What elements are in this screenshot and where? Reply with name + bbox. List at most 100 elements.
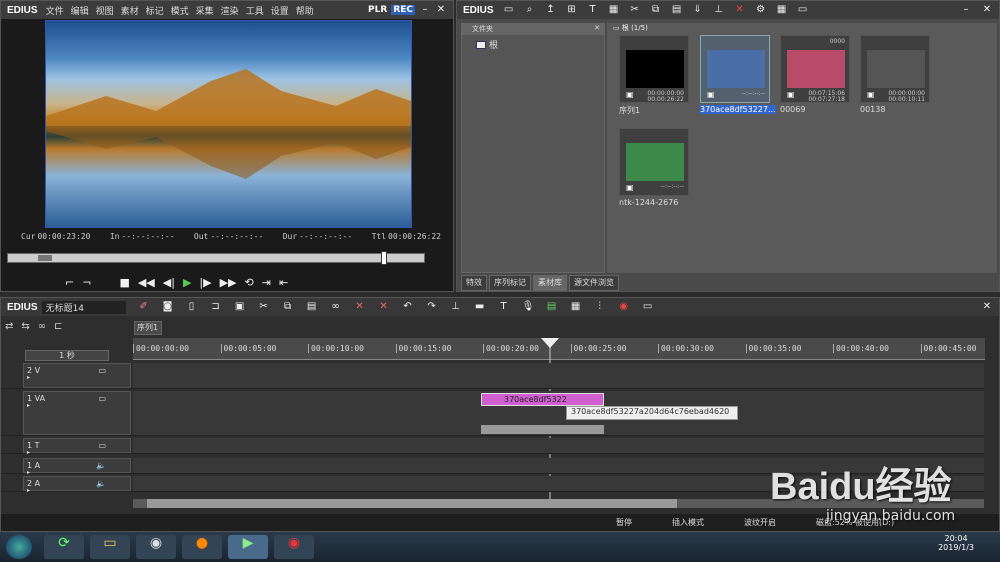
sequence-tab[interactable]: 序列1: [134, 321, 162, 335]
stop-icon[interactable]: ■: [119, 276, 129, 289]
menu-item[interactable]: 帮助: [296, 7, 314, 17]
layout-icon[interactable]: ▭: [642, 301, 654, 313]
color-bar-icon[interactable]: ▦: [608, 4, 620, 16]
render-icon[interactable]: ▤: [546, 301, 558, 313]
magic-icon[interactable]: ✐: [138, 301, 150, 313]
title-tool-icon[interactable]: T: [498, 301, 510, 313]
track-row[interactable]: 2 A ▸ 🔈: [1, 476, 984, 494]
track-header[interactable]: 2 V ▸ ▭: [23, 363, 131, 388]
playhead-triangle[interactable]: [541, 338, 559, 348]
loop-icon[interactable]: ⟲: [245, 276, 254, 289]
remove-clip-icon[interactable]: ✕: [354, 301, 366, 313]
bin-tab[interactable]: 特效: [461, 275, 487, 291]
undo-icon[interactable]: ↶: [402, 301, 414, 313]
track-expand-icon[interactable]: ▸: [27, 402, 30, 409]
menu-item[interactable]: 模式: [171, 7, 189, 17]
bin-item-name[interactable]: 00138: [860, 105, 885, 114]
bin-item[interactable]: 00:00:00:00 00:00:26:22 ▣: [619, 35, 689, 103]
timeline-cut-icon[interactable]: ✂: [258, 301, 270, 313]
bin-item-name[interactable]: 370ace8df53227...: [700, 105, 776, 114]
track-expand-icon[interactable]: ▸: [27, 374, 30, 381]
menu-item[interactable]: 采集: [196, 7, 214, 17]
search-icon[interactable]: ⌕: [524, 4, 536, 16]
insert-timeline-icon[interactable]: ⊥: [713, 4, 725, 16]
cut-icon[interactable]: ✂: [629, 4, 641, 16]
bin-item-name[interactable]: 00069: [780, 105, 805, 114]
folder-tree-close-icon[interactable]: ✕: [594, 24, 600, 32]
microphone-icon[interactable]: 🎙: [522, 301, 535, 313]
folder-root[interactable]: 根: [476, 38, 604, 51]
menu-item[interactable]: 渲染: [221, 7, 239, 17]
bin-close-icon[interactable]: ✕: [981, 4, 993, 16]
edius-taskbar-icon[interactable]: ▶: [228, 535, 268, 559]
ripple-delete-icon[interactable]: ✕: [378, 301, 390, 313]
overwrite-icon[interactable]: ⇤: [279, 276, 288, 289]
mark-out-icon[interactable]: ¬: [82, 276, 91, 289]
track-header[interactable]: 1 VA ▸ ▭: [23, 391, 131, 435]
fast-forward-icon[interactable]: ▶▶: [220, 276, 237, 289]
play-icon[interactable]: ▶: [183, 276, 191, 289]
mixer-icon[interactable]: ⫶: [594, 301, 606, 313]
menu-item[interactable]: 编辑: [71, 7, 89, 17]
menu-item[interactable]: 工具: [246, 7, 264, 17]
track-header[interactable]: 1 A ▸ 🔈: [23, 458, 131, 476]
split-icon[interactable]: ⊥: [450, 301, 462, 313]
add-to-timeline-icon[interactable]: ⇓: [692, 4, 704, 16]
speaker-icon[interactable]: ▭: [98, 394, 106, 403]
track-lane[interactable]: [133, 438, 984, 453]
paste-icon[interactable]: ▤: [671, 4, 683, 16]
timeline-close-icon[interactable]: ✕: [981, 301, 993, 313]
track-row[interactable]: 1 A ▸ 🔈: [1, 458, 984, 476]
group-icon[interactable]: ∞: [38, 321, 46, 332]
ie-icon[interactable]: ⟳: [44, 535, 84, 559]
scale-control[interactable]: 1 秒: [25, 350, 109, 361]
firefox-icon[interactable]: ●: [182, 535, 222, 559]
close-icon[interactable]: ✕: [435, 4, 447, 16]
open-icon[interactable]: ⊐: [210, 301, 222, 313]
project-name[interactable]: 无标题14: [41, 300, 126, 314]
speaker-icon[interactable]: 🔈: [96, 461, 106, 470]
bin-minimize-icon[interactable]: –: [960, 4, 972, 16]
new-icon[interactable]: ▯: [186, 301, 198, 313]
link-toggle-icon[interactable]: ⇆: [21, 321, 29, 332]
speaker-icon[interactable]: 🔈: [96, 479, 106, 488]
snap-icon[interactable]: ⊏: [54, 321, 62, 332]
rec-toggle[interactable]: REC: [391, 5, 415, 15]
bin-item-name[interactable]: ntk-1244-2676: [619, 198, 678, 207]
explorer-icon[interactable]: ▭: [90, 535, 130, 559]
grid-icon[interactable]: ▦: [570, 301, 582, 313]
view-mode-icon[interactable]: ▦: [776, 4, 788, 16]
timeline-paste-icon[interactable]: ▤: [306, 301, 318, 313]
copy-icon[interactable]: ⧉: [650, 4, 662, 16]
timeline-ruler[interactable]: 00:00:00:00 00:00:05:00 00:00:10:00 00:00:1…: [133, 338, 985, 360]
horizontal-scrollbar[interactable]: [133, 499, 984, 508]
up-folder-icon[interactable]: ↥: [545, 4, 557, 16]
delete-icon[interactable]: ✕: [734, 4, 746, 16]
track-expand-icon[interactable]: ▸: [27, 449, 30, 456]
rewind-icon[interactable]: ◀◀: [138, 276, 155, 289]
scrub-bar[interactable]: [7, 251, 425, 265]
link-icon[interactable]: ∞: [330, 301, 342, 313]
bin-tab[interactable]: 源文件浏览: [569, 275, 619, 291]
add-clip-icon[interactable]: ⊞: [566, 4, 578, 16]
camera-icon[interactable]: ◙: [162, 301, 174, 313]
bin-tab[interactable]: 序列标记: [489, 275, 531, 291]
transition-icon[interactable]: ▬: [474, 301, 486, 313]
track-lane[interactable]: [133, 476, 984, 491]
playhead-marker[interactable]: [381, 251, 387, 265]
bin-item[interactable]: 0000 00:07:15:06 00:07:27:18 ▣: [780, 35, 850, 103]
track-expand-icon[interactable]: ▸: [27, 487, 30, 494]
speaker-icon[interactable]: ▭: [98, 441, 106, 450]
step-back-icon[interactable]: ◀|: [163, 276, 175, 289]
track-header[interactable]: 2 A ▸ 🔈: [23, 476, 131, 494]
menu-item[interactable]: 设置: [271, 7, 289, 17]
bin-item[interactable]: 00:00:00:00 00:00:10:11 ▣: [860, 35, 930, 103]
color-icon[interactable]: ◉: [618, 301, 630, 313]
title-icon[interactable]: T: [587, 4, 599, 16]
properties-icon[interactable]: ⚙: [755, 4, 767, 16]
bin-item-name[interactable]: 序列1: [619, 105, 640, 116]
save-icon[interactable]: ▣: [234, 301, 246, 313]
bin-item[interactable]: --:--:--:-- ▣: [700, 35, 770, 103]
main-menu[interactable]: 文件 编辑 视图 素材 标记 模式 采集 渲染 工具 设置 帮助: [46, 4, 321, 17]
scrub-left-handle[interactable]: [38, 255, 52, 261]
